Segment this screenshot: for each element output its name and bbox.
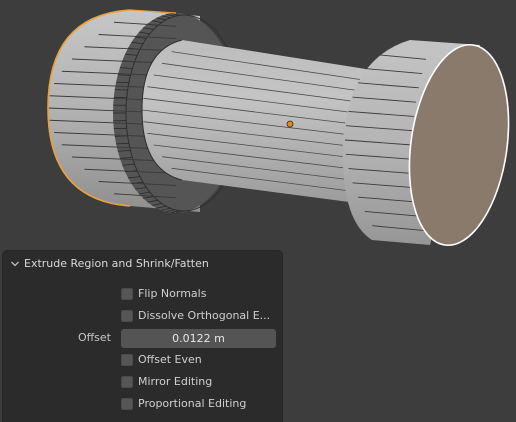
- offset-even-label: Offset Even: [138, 353, 202, 366]
- right-flange: [342, 40, 510, 247]
- chevron-down-icon: [11, 261, 19, 267]
- mirror-editing-row[interactable]: Mirror Editing: [3, 372, 282, 392]
- mirror-editing-label: Mirror Editing: [138, 375, 213, 388]
- mirror-editing-checkbox[interactable]: [121, 376, 133, 388]
- offset-field[interactable]: 0.0122 m: [121, 329, 276, 348]
- flip-normals-row[interactable]: Flip Normals: [3, 284, 282, 304]
- proportional-editing-checkbox[interactable]: [121, 398, 133, 410]
- panel-title: Extrude Region and Shrink/Fatten: [24, 257, 209, 270]
- object-origin-icon: [286, 120, 294, 128]
- dissolve-orthogonal-label: Dissolve Orthogonal E...: [138, 309, 271, 322]
- offset-value: 0.0122 m: [172, 332, 225, 345]
- offset-row: Offset 0.0122 m: [3, 328, 282, 348]
- dissolve-orthogonal-checkbox[interactable]: [121, 310, 133, 322]
- proportional-editing-row[interactable]: Proportional Editing: [3, 394, 282, 414]
- flip-normals-label: Flip Normals: [138, 287, 207, 300]
- flip-normals-checkbox[interactable]: [121, 288, 133, 300]
- offset-even-checkbox[interactable]: [121, 354, 133, 366]
- offset-even-row[interactable]: Offset Even: [3, 350, 282, 370]
- operator-panel: Extrude Region and Shrink/Fatten Flip No…: [3, 251, 282, 422]
- panel-header[interactable]: Extrude Region and Shrink/Fatten: [3, 251, 282, 277]
- offset-label: Offset: [77, 331, 111, 344]
- proportional-editing-label: Proportional Editing: [138, 397, 247, 410]
- dissolve-orthogonal-row[interactable]: Dissolve Orthogonal E...: [3, 306, 282, 326]
